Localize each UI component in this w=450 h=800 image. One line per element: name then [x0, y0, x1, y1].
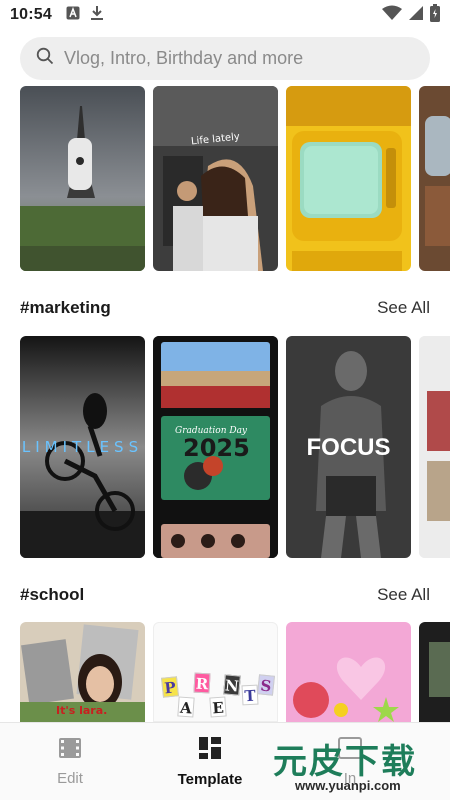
download-icon — [90, 5, 104, 26]
collage-letter: P — [160, 676, 180, 698]
watermark: 元皮下载 www.yuanpi.com — [267, 728, 435, 798]
grid-icon — [198, 736, 222, 765]
search-input[interactable] — [64, 48, 404, 69]
collage-letter: T — [241, 684, 259, 706]
template-thumbnail-partial[interactable] — [419, 622, 450, 722]
thumbnail-year: 2025 — [183, 434, 250, 462]
template-thumbnail[interactable]: It's lara. — [20, 622, 145, 722]
nav-item-edit[interactable]: Edit — [0, 723, 140, 800]
status-time: 10:54 — [10, 6, 52, 23]
collage-letter: N — [223, 674, 241, 696]
template-thumbnail-partial[interactable] — [419, 336, 450, 558]
parents-letter-collage: PARENTS — [160, 671, 276, 721]
nav-label-edit: Edit — [57, 769, 83, 787]
nav-label-template: Template — [177, 770, 243, 788]
nav-item-template[interactable]: Template — [140, 723, 280, 800]
section-header-school: #school See All — [20, 585, 430, 605]
template-thumbnail-partial[interactable] — [419, 86, 450, 271]
search-icon — [36, 47, 54, 70]
template-thumbnail[interactable]: FOCUS — [286, 336, 411, 558]
status-bar: 10:54 — [0, 0, 450, 30]
see-all-button[interactable]: See All — [377, 298, 430, 318]
app-notification-icon — [66, 6, 80, 25]
film-icon — [58, 737, 82, 764]
collage-letter: A — [177, 696, 195, 718]
section-title: #school — [20, 585, 85, 604]
template-thumbnail[interactable]: PARENTS — [153, 622, 278, 722]
template-thumbnail[interactable] — [20, 86, 145, 271]
thumbnail-caption: FOCUS — [306, 434, 391, 461]
battery-icon — [430, 3, 440, 27]
watermark-url: www.yuanpi.com — [295, 778, 401, 793]
template-thumbnail[interactable] — [286, 86, 411, 271]
thumbnail-caption: It's lara. — [56, 704, 108, 717]
section-title: #marketing — [20, 298, 111, 317]
template-thumbnail[interactable] — [286, 622, 411, 722]
template-row-top: Life lately — [20, 86, 450, 271]
collage-letter: E — [209, 696, 227, 718]
signal-icon — [408, 5, 424, 26]
collage-letter: S — [256, 674, 276, 696]
search-bar[interactable] — [20, 37, 430, 80]
wifi-icon — [382, 5, 402, 26]
watermark-logo-text: 元皮下载 — [273, 742, 417, 782]
template-thumbnail[interactable]: Life lately — [153, 86, 278, 271]
template-thumbnail[interactable]: LIMITLESS — [20, 336, 145, 558]
template-thumbnail[interactable]: Graduation Day 2025 — [153, 336, 278, 558]
thumbnail-caption: LIMITLESS — [21, 438, 144, 456]
section-header-marketing: #marketing See All — [20, 298, 430, 318]
collage-letter: R — [193, 672, 211, 694]
template-row-school: It's lara. PARENTS — [20, 622, 450, 722]
template-row-marketing: LIMITLESS Graduation Day 2025 FOCUS — [20, 336, 450, 558]
see-all-button[interactable]: See All — [377, 585, 430, 605]
